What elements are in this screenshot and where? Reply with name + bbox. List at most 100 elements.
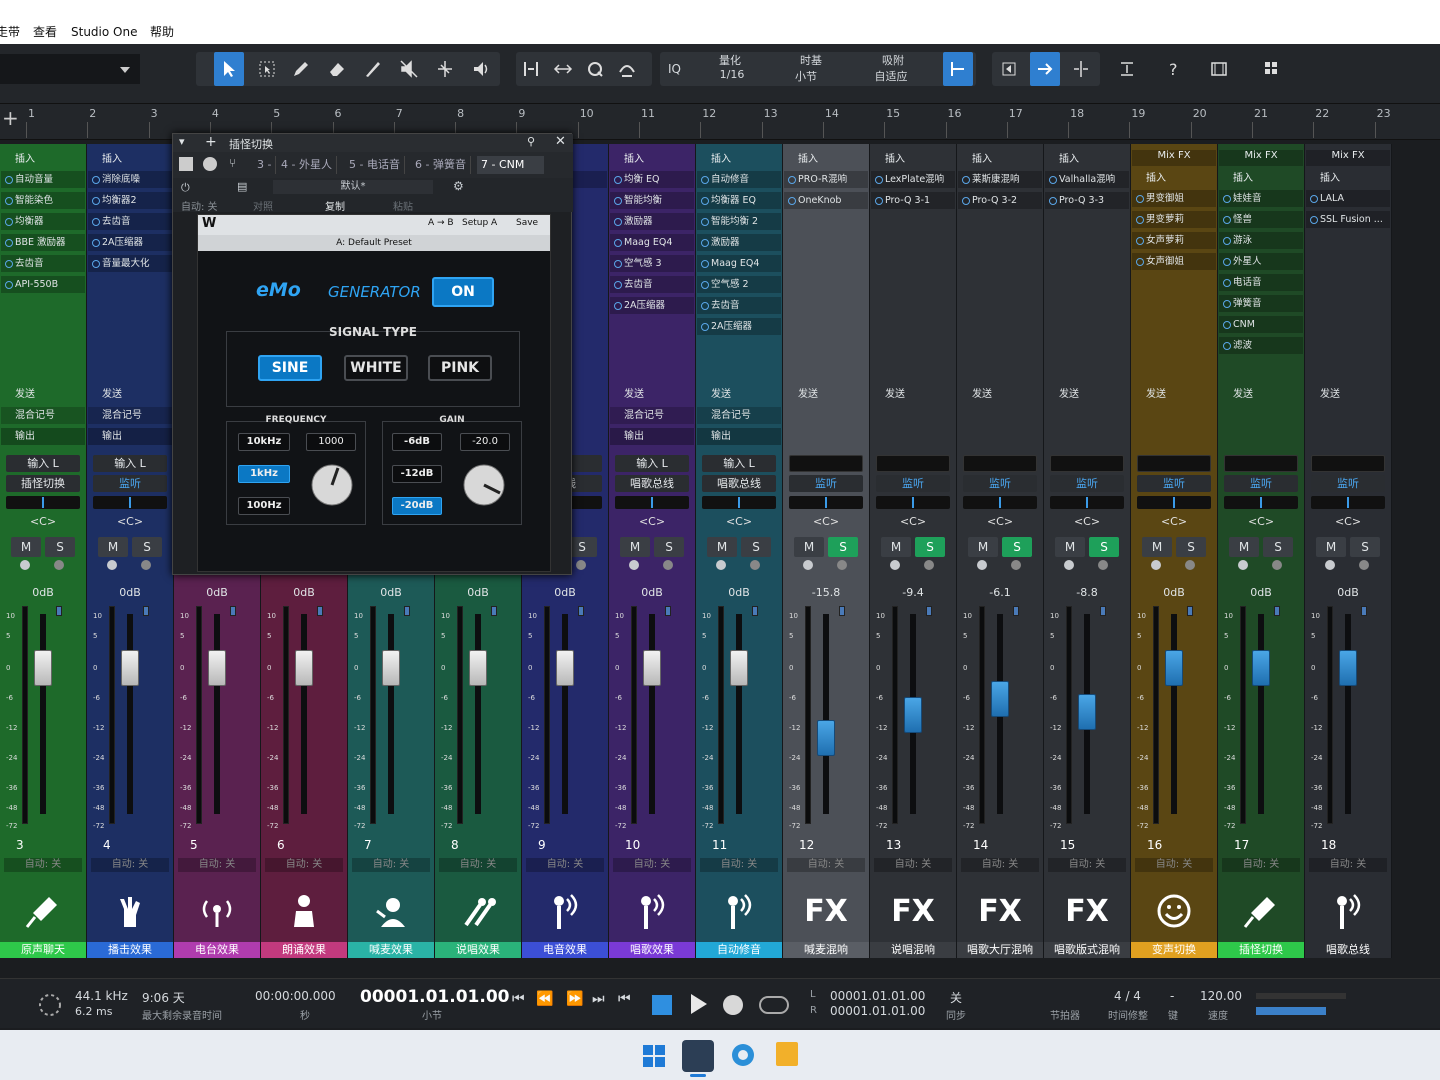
solo-button[interactable]: S <box>741 537 771 557</box>
pan-slider[interactable] <box>1050 496 1124 509</box>
channel-name[interactable]: 说唱效果 <box>435 942 521 958</box>
volume-readout[interactable]: -6.1 <box>957 586 1043 599</box>
volume-readout[interactable]: 0dB <box>87 586 173 599</box>
mute-button[interactable]: M <box>1055 537 1085 557</box>
monitor-icon[interactable] <box>54 560 64 570</box>
pencil-tool-button[interactable] <box>286 52 316 86</box>
listen-tool-button[interactable] <box>466 52 496 86</box>
channel-name[interactable]: 原声聊天 <box>0 942 86 958</box>
insert-slot[interactable]: 自动音量 <box>1 171 85 188</box>
volume-fader[interactable] <box>730 650 748 686</box>
mute-button[interactable]: M <box>968 537 998 557</box>
studio-one-taskbar-icon[interactable] <box>682 1040 714 1072</box>
insert-slot[interactable]: 自动修音 <box>697 171 781 188</box>
monitor-icon[interactable] <box>924 560 934 570</box>
timebase-value[interactable]: 小节 <box>786 68 826 84</box>
volume-readout[interactable]: 0dB <box>696 586 782 599</box>
automation-mode[interactable]: 自动: 关 <box>1135 858 1213 872</box>
automation-mode[interactable]: 自动: 关 <box>874 858 952 872</box>
tab-4[interactable]: 4 - 外星人 <box>277 156 337 174</box>
mute-button[interactable]: M <box>707 537 737 557</box>
automation-mode[interactable]: 自动: 关 <box>961 858 1039 872</box>
channel-name[interactable]: 播击效果 <box>87 942 173 958</box>
bus-selector[interactable]: 混合记号 <box>610 407 694 424</box>
pink-button[interactable]: PINK <box>428 355 492 381</box>
output-selector[interactable]: 输出 <box>1 428 85 445</box>
output-route[interactable]: 监听 <box>1311 475 1385 492</box>
close-icon[interactable]: ✕ <box>555 134 566 149</box>
insert-slot[interactable]: Valhalla混响 <box>1045 171 1129 188</box>
arrow-tool-button[interactable] <box>214 52 244 86</box>
monitor-icon[interactable] <box>1359 560 1369 570</box>
pan-slider[interactable] <box>1224 496 1298 509</box>
insert-header[interactable]: 插入 <box>1045 150 1129 166</box>
insert-slot[interactable]: 2A压缩器 <box>610 297 694 314</box>
send-header[interactable]: 发送 <box>1219 386 1303 403</box>
insert-slot[interactable]: 激励器 <box>697 234 781 251</box>
bus-selector[interactable]: 混合记号 <box>697 407 781 424</box>
track-selector[interactable] <box>0 54 140 84</box>
eraser-tool-button[interactable] <box>322 52 352 86</box>
insert-header[interactable]: 插入 <box>610 150 694 166</box>
pan-slider[interactable] <box>876 496 950 509</box>
layout-button[interactable] <box>1250 52 1294 86</box>
output-selector[interactable]: 输出 <box>610 428 694 445</box>
insert-header[interactable]: 插入 <box>697 150 781 166</box>
send-header[interactable]: 发送 <box>958 386 1042 403</box>
insert-slot[interactable]: 2A压缩器 <box>88 234 172 251</box>
insert-slot[interactable]: 滤波 <box>1219 337 1303 354</box>
tab-7[interactable]: 7 - CNM <box>477 156 545 174</box>
tab-3[interactable]: 3 - <box>253 156 277 174</box>
bus-selector[interactable]: 混合记号 <box>88 407 172 424</box>
range-tool-button[interactable] <box>252 52 282 86</box>
automation-mode[interactable]: 自动: 关 <box>1309 858 1387 872</box>
automation-mode[interactable]: 自动: 关 <box>787 858 865 872</box>
volume-readout[interactable]: -15.8 <box>783 586 869 599</box>
channel-name[interactable]: 插怪切换 <box>1218 942 1304 958</box>
gain-20db-button[interactable]: -20dB <box>392 497 442 515</box>
monitor-icon[interactable] <box>1098 560 1108 570</box>
volume-fader[interactable] <box>295 650 313 686</box>
forward-end-icon[interactable]: ⏭ <box>592 991 605 1007</box>
groove-button[interactable] <box>612 52 642 86</box>
automation-mode[interactable]: 自动: 关 <box>439 858 517 872</box>
output-route[interactable]: 监听 <box>789 475 863 492</box>
insert-slot[interactable]: 男变御姐 <box>1132 190 1216 207</box>
channel-name[interactable]: 朗诵效果 <box>261 942 347 958</box>
windows-start-icon[interactable] <box>642 1044 666 1068</box>
gear-icon[interactable]: ⚙ <box>453 179 464 193</box>
mute-button[interactable]: M <box>1229 537 1259 557</box>
mute-tool-button[interactable] <box>394 52 424 86</box>
insert-slot[interactable]: 均衡器2 <box>88 192 172 209</box>
pan-slider[interactable] <box>1311 496 1385 509</box>
insert-slot[interactable]: 莱斯康混响 <box>958 171 1042 188</box>
insert-header[interactable]: 插入 <box>1132 169 1216 185</box>
volume-fader[interactable] <box>643 650 661 686</box>
insert-slot[interactable]: 2A压缩器 <box>697 318 781 335</box>
volume-readout[interactable]: 0dB <box>609 586 695 599</box>
insert-slot[interactable]: Maag EQ4 <box>697 255 781 272</box>
key-value[interactable]: - <box>1170 989 1174 1003</box>
insert-slot[interactable]: Maag EQ4 <box>610 234 694 251</box>
volume-readout[interactable]: 0dB <box>1218 586 1304 599</box>
automation-mode[interactable]: 自动: 关 <box>613 858 691 872</box>
add-icon[interactable]: + <box>205 134 217 150</box>
automation-mode[interactable]: 自动: 关 <box>1048 858 1126 872</box>
volume-readout[interactable]: 0dB <box>0 586 86 599</box>
insert-slot[interactable]: 音量最大化 <box>88 255 172 272</box>
time-signature[interactable]: 4 / 4 <box>1114 989 1141 1003</box>
insert-slot[interactable]: 均衡器 EQ <box>697 192 781 209</box>
pan-slider[interactable] <box>615 496 689 509</box>
marker-button[interactable] <box>1112 52 1142 86</box>
insert-slot[interactable]: 弹簧音 <box>1219 295 1303 312</box>
mute-button[interactable]: M <box>881 537 911 557</box>
insert-slot[interactable]: BBE 激励器 <box>1 234 85 251</box>
insert-header[interactable]: 插入 <box>958 150 1042 166</box>
snap-toggle-button[interactable] <box>943 52 973 86</box>
output-selector[interactable]: 输出 <box>697 428 781 445</box>
insert-slot[interactable]: 电话音 <box>1219 274 1303 291</box>
output-route[interactable]: 插怪切换 <box>6 475 80 492</box>
menu-transport[interactable]: 走带 <box>0 24 20 40</box>
volume-fader[interactable] <box>121 650 139 686</box>
mute-button[interactable]: M <box>11 537 41 557</box>
